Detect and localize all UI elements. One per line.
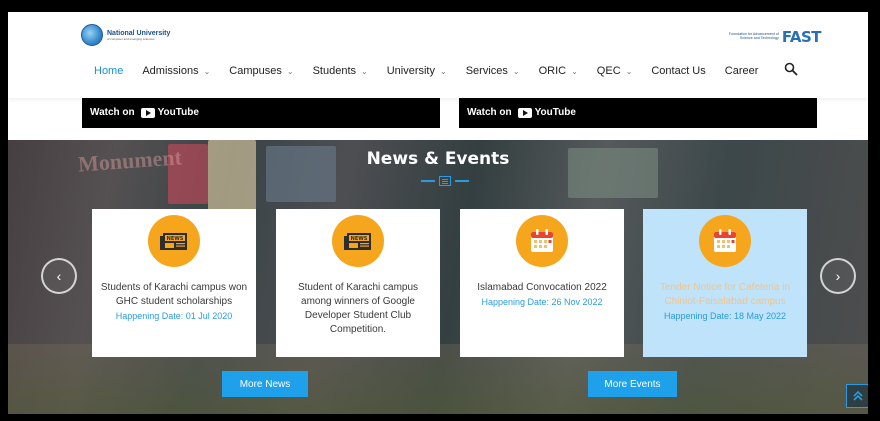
- news-card-title: Students of Karachi campus won GHC stude…: [100, 282, 248, 307]
- nu-logo[interactable]: National University of computer and emer…: [81, 24, 170, 46]
- search-icon[interactable]: [784, 62, 798, 76]
- nav-item-university[interactable]: University ⌄: [387, 65, 447, 77]
- nav-item-career[interactable]: Career: [725, 65, 759, 77]
- screenshot-frame: National University of computer and emer…: [0, 0, 880, 421]
- double-chevron-up-icon: [853, 390, 863, 401]
- carousel-next-button[interactable]: ›: [820, 258, 856, 294]
- main-nav: Home Admissions ⌄ Campuses ⌄ Students ⌄ Uni…: [94, 65, 777, 77]
- list-icon: [439, 176, 451, 186]
- news-card[interactable]: NEWS Students of Karachi campus won GHC …: [92, 209, 256, 357]
- chevron-down-icon: ⌄: [361, 66, 368, 76]
- event-card[interactable]: Islamabad Convocation 2022 Happening Dat…: [460, 209, 624, 357]
- nav-item-qec[interactable]: QEC ⌄: [597, 65, 633, 77]
- video-player-right[interactable]: Watch on YouTube: [459, 98, 817, 128]
- site-header: National University of computer and emer…: [8, 12, 868, 98]
- event-card-date: Happening Date: 18 May 2022: [663, 311, 787, 321]
- event-card-date: Happening Date: 26 Nov 2022: [481, 297, 603, 307]
- nu-logo-icon: [81, 24, 103, 46]
- calendar-icon: [516, 215, 568, 267]
- more-news-button[interactable]: More News: [222, 371, 308, 397]
- news-card-title: Student of Karachi campus among winners …: [297, 282, 419, 335]
- fast-logo[interactable]: Foundation for Advancement of Science an…: [727, 28, 822, 46]
- chevron-down-icon: ⌄: [512, 66, 520, 76]
- news-card-date: Happening Date: 01 Jul 2020: [115, 311, 233, 321]
- news-card[interactable]: NEWS Student of Karachi campus among win…: [276, 209, 440, 357]
- carousel-prev-button[interactable]: ‹: [41, 258, 77, 294]
- section-title: News & Events: [366, 149, 510, 169]
- chevron-down-icon: ⌄: [286, 66, 294, 76]
- fast-tagline: Foundation for Advancement of Science an…: [728, 32, 779, 40]
- nav-item-campuses[interactable]: Campuses ⌄: [229, 65, 293, 77]
- newspaper-icon: NEWS: [148, 215, 200, 267]
- svg-text:NEWS: NEWS: [167, 236, 184, 242]
- youtube-icon: [140, 107, 155, 118]
- page: National University of computer and emer…: [8, 12, 868, 414]
- nav-item-oric[interactable]: ORIC ⌄: [539, 65, 578, 77]
- nav-item-admissions[interactable]: Admissions ⌄: [142, 65, 210, 77]
- nav-item-students[interactable]: Students ⌄: [313, 65, 368, 77]
- nav-item-services[interactable]: Services ⌄: [466, 65, 520, 77]
- newspaper-icon: NEWS: [332, 215, 384, 267]
- more-events-button[interactable]: More Events: [588, 371, 677, 397]
- video-player-left[interactable]: Watch on YouTube: [82, 98, 440, 128]
- scroll-to-top-button[interactable]: [846, 384, 868, 408]
- event-card-title: Tender Notice for Cafeteria in Chiniot-F…: [659, 282, 791, 307]
- video-strip: Watch on YouTube Watch on YouTube: [8, 98, 868, 140]
- chevron-down-icon: ⌄: [571, 66, 578, 76]
- event-card-title: Islamabad Convocation 2022: [477, 282, 607, 293]
- calendar-icon: [699, 215, 751, 267]
- chevron-down-icon: ⌄: [440, 66, 447, 76]
- watch-on-youtube-link[interactable]: Watch on YouTube: [467, 107, 576, 118]
- chevron-down-icon: ⌄: [203, 66, 211, 76]
- logo-subtitle: of computer and emerging sciences: [107, 36, 155, 41]
- svg-text:NEWS: NEWS: [351, 236, 368, 242]
- nav-item-home[interactable]: Home: [94, 65, 123, 77]
- youtube-icon: [517, 107, 532, 118]
- nav-item-contact-us[interactable]: Contact Us: [651, 65, 705, 77]
- fast-logo-text: FAST: [781, 28, 822, 46]
- watch-on-youtube-link[interactable]: Watch on YouTube: [90, 107, 199, 118]
- title-divider: [421, 176, 469, 186]
- news-events-section: Monument News & Events ‹ › NEWS Students…: [8, 140, 868, 414]
- chevron-down-icon: ⌄: [625, 66, 633, 76]
- logo-title: National University: [107, 29, 171, 37]
- event-card[interactable]: Tender Notice for Cafeteria in Chiniot-F…: [643, 209, 807, 357]
